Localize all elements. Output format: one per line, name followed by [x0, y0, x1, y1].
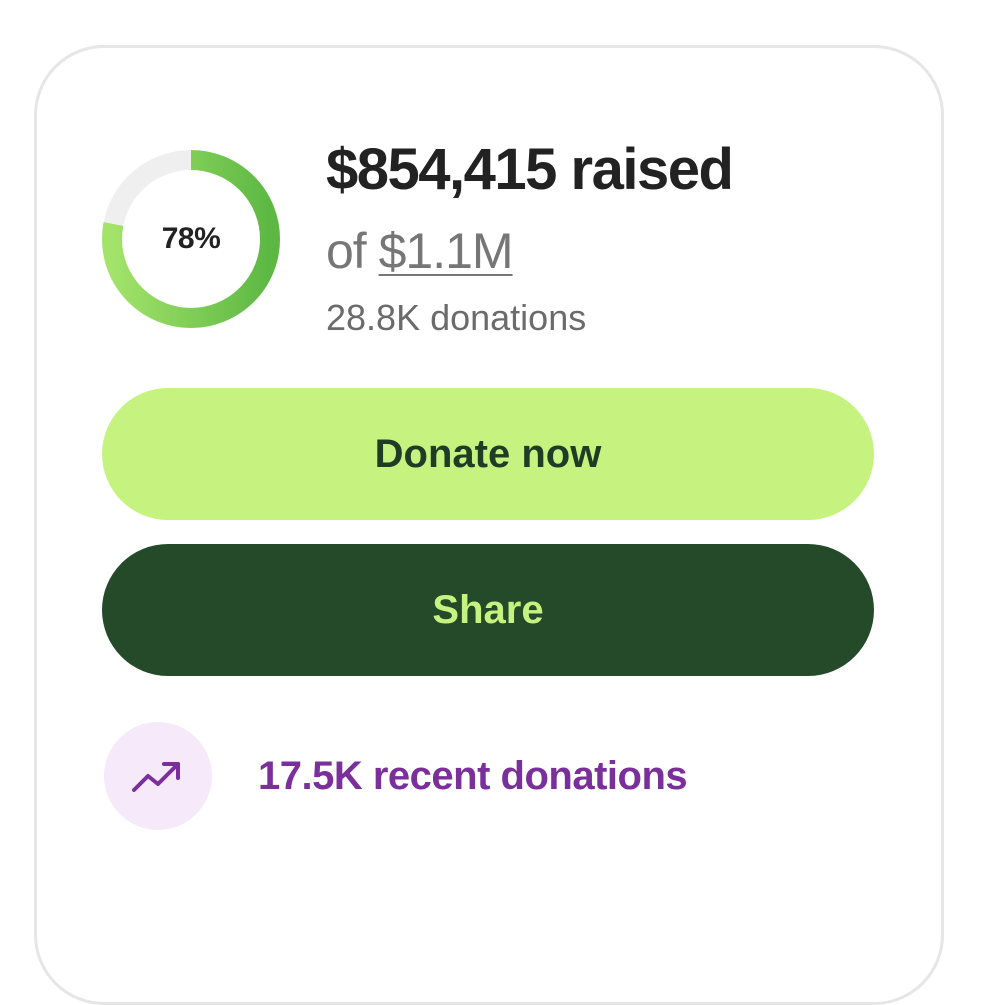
- trending-up-icon: [132, 762, 180, 792]
- goal-line: of $1.1M: [326, 222, 514, 280]
- progress-percent: 78%: [161, 222, 221, 255]
- donation-count: 28.8K donations: [326, 297, 587, 338]
- trend-badge: [104, 722, 212, 830]
- raised-amount: $854,415 raised: [326, 137, 734, 202]
- goal-prefix: of: [326, 223, 379, 279]
- progress-ring: 78%: [100, 148, 282, 330]
- donate-now-button[interactable]: Donate now: [102, 388, 874, 520]
- share-button[interactable]: Share: [102, 544, 874, 676]
- recent-donations-label: 17.5K recent donations: [258, 754, 688, 798]
- goal-amount: $1.1M: [378, 223, 514, 279]
